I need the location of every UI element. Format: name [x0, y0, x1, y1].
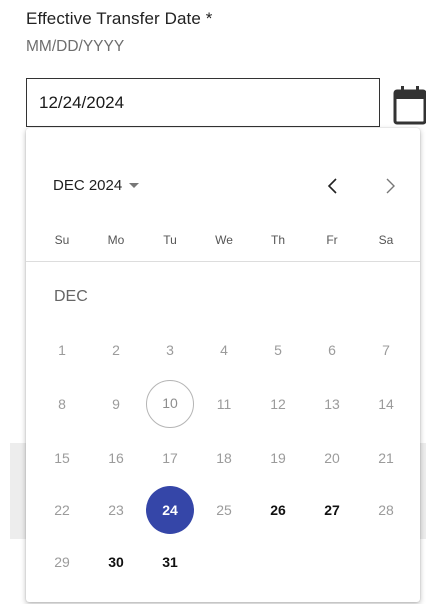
weekday-label: Mo [107, 233, 125, 247]
weekday-label: Th [270, 233, 285, 247]
weekday-label: Fr [326, 233, 338, 247]
month-year-label: DEC 2024 [53, 177, 123, 194]
day-cell: 21 [378, 450, 394, 466]
day-cell[interactable]: 30 [92, 538, 140, 586]
month-year-select[interactable]: DEC 2024 [53, 177, 140, 194]
day-cell: 14 [378, 396, 394, 412]
day-cell: 1 [58, 342, 66, 358]
day-cell: 25 [216, 502, 232, 518]
day-cell[interactable]: 31 [146, 538, 194, 586]
day-cell: 3 [166, 342, 174, 358]
day-cell: 5 [274, 342, 282, 358]
calendar-icon[interactable] [392, 84, 426, 126]
day-cell: 16 [108, 450, 124, 466]
day-cell: 22 [54, 502, 70, 518]
day-cell: 15 [54, 450, 70, 466]
field-label: Effective Transfer Date * [26, 9, 213, 28]
day-cell: 7 [382, 342, 390, 358]
chevron-left-icon [327, 178, 337, 194]
day-cell: 8 [58, 396, 66, 412]
divider [26, 261, 420, 262]
weekday-label: Su [54, 233, 70, 247]
day-cell: 23 [108, 502, 124, 518]
day-cell: 11 [216, 396, 232, 412]
day-cell: 13 [324, 396, 340, 412]
day-cell: 9 [112, 396, 120, 412]
day-cell: 6 [328, 342, 336, 358]
day-cell: 17 [162, 450, 178, 466]
datepicker-popup: DEC 2024 Su Mo Tu We Th Fr Sa DEC 1 2 3 4 5 6 7 8 9 10 1… [26, 128, 420, 602]
weekday-header: Su Mo Tu We Th Fr Sa [34, 233, 412, 251]
weekday-label: We [215, 233, 233, 247]
month-label: DEC [54, 288, 88, 305]
day-cell: 19 [270, 450, 286, 466]
day-cell: 4 [220, 342, 228, 358]
day-cell: 2 [112, 342, 120, 358]
chevron-right-icon [386, 178, 395, 194]
weekday-label: Sa [378, 233, 394, 247]
day-cell: 18 [216, 450, 232, 466]
weekday-label: Tu [163, 233, 177, 247]
selected-day[interactable]: 24 [146, 486, 194, 534]
day-cell[interactable]: 27 [308, 486, 356, 534]
caret-down-icon [129, 183, 140, 188]
date-input[interactable] [26, 78, 380, 127]
day-cell: 12 [270, 396, 286, 412]
day-cell: 20 [324, 450, 340, 466]
today-day[interactable]: 10 [146, 380, 194, 428]
day-cell: 28 [378, 502, 394, 518]
field-hint: MM/DD/YYYY [26, 38, 125, 55]
day-cell: 29 [54, 554, 70, 570]
next-month-button[interactable] [376, 172, 404, 200]
day-cell[interactable]: 26 [254, 486, 302, 534]
prev-month-button[interactable] [319, 172, 347, 200]
